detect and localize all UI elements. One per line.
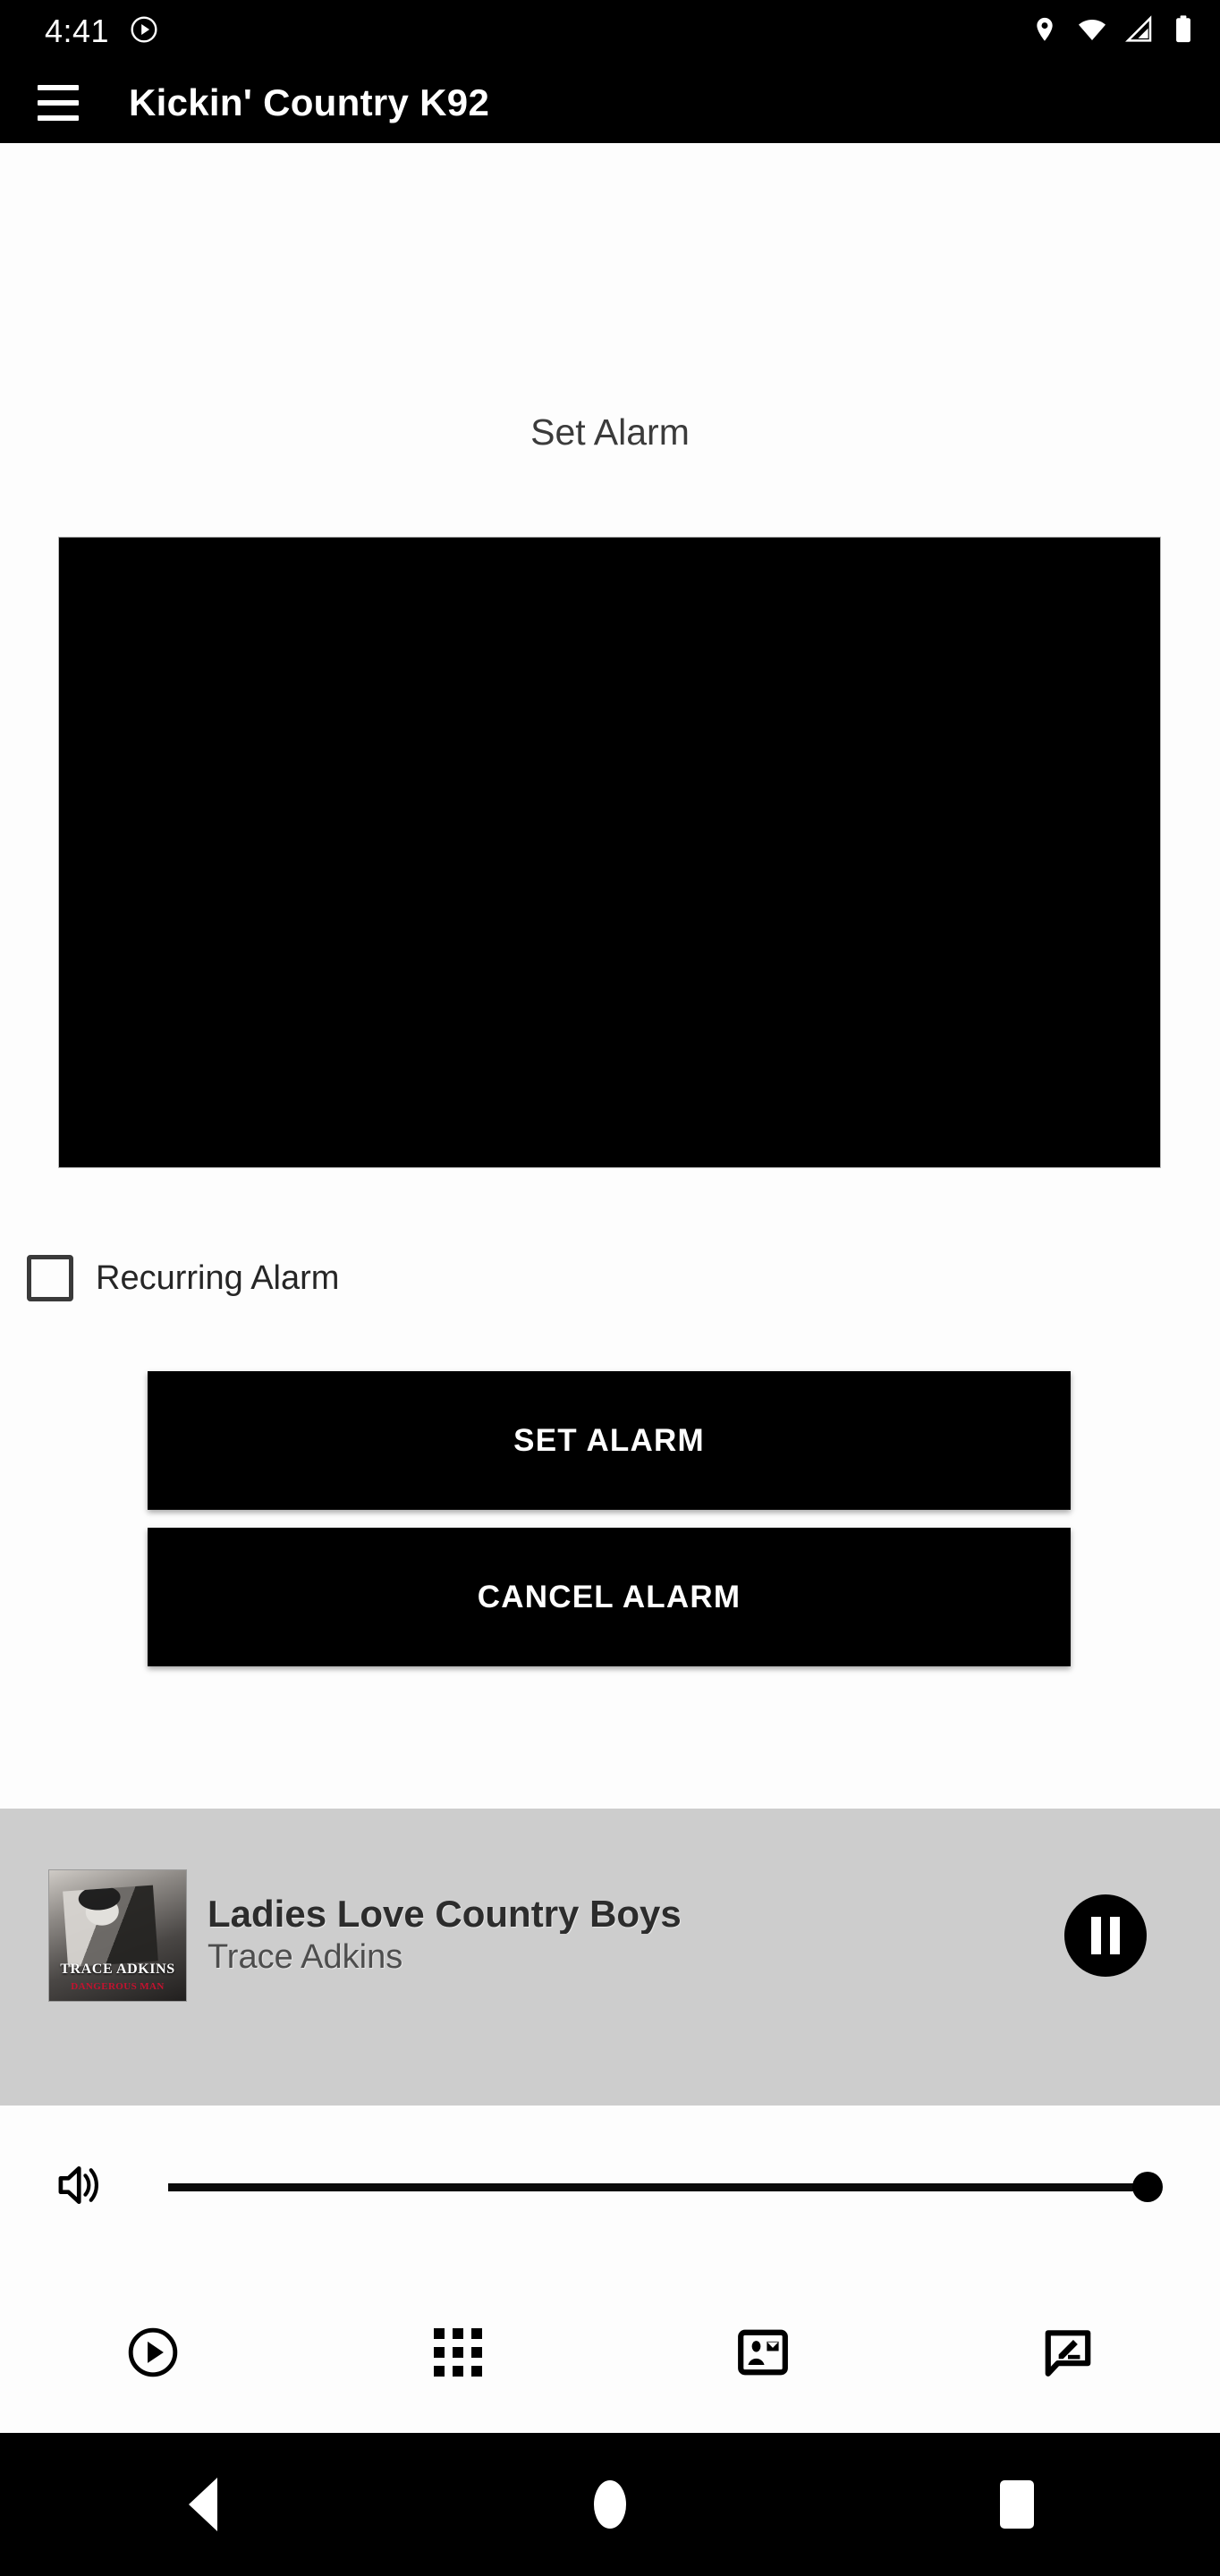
recurring-alarm-row[interactable]: Recurring Alarm: [27, 1255, 339, 1301]
pause-icon[interactable]: [1064, 1894, 1147, 1977]
grid-apps-icon: [433, 2328, 482, 2377]
bottom-navigation: [0, 2272, 1220, 2433]
main-content: Set Alarm Recurring Alarm SET ALARM CANC…: [0, 143, 1220, 1924]
cellular-signal-icon: [1125, 14, 1154, 48]
location-pin-icon: [1030, 15, 1059, 48]
nav-grid[interactable]: [305, 2272, 610, 2433]
nav-feedback[interactable]: [915, 2272, 1220, 2433]
app-screen: 4:41 Kickin' Country K92 Set Alarm Recur…: [0, 0, 1220, 2576]
grid-cell: [433, 2347, 445, 2358]
play-circle-icon: [128, 2327, 177, 2377]
now-playing-song-title: Ladies Love Country Boys: [208, 1894, 682, 1935]
album-art-subtitle: DANGEROUS MAN: [71, 1981, 165, 1992]
recurring-alarm-label: Recurring Alarm: [96, 1258, 340, 1297]
grid-cell: [433, 2366, 445, 2377]
chat-compose-icon: [1045, 2330, 1090, 2377]
android-back-button[interactable]: [109, 2433, 297, 2576]
grid-cell: [452, 2347, 463, 2358]
android-home-button[interactable]: [516, 2433, 704, 2576]
hamburger-line: [38, 85, 79, 90]
status-clock: 4:41: [45, 13, 110, 49]
grid-cell: [433, 2328, 445, 2339]
set-alarm-heading: Set Alarm: [530, 411, 690, 453]
hamburger-line: [38, 115, 79, 121]
hamburger-line: [38, 100, 79, 106]
now-playing-inner: TRACE ADKINS DANGEROUS MAN Ladies Love C…: [0, 1869, 1220, 2002]
back-triangle-icon: [189, 2478, 218, 2531]
album-art-figure: [63, 1885, 159, 1968]
album-art: TRACE ADKINS DANGEROUS MAN: [48, 1869, 187, 2002]
album-art-title: TRACE ADKINS: [60, 1962, 175, 1977]
pause-bar: [1110, 1917, 1120, 1954]
hamburger-menu-icon[interactable]: [38, 85, 79, 121]
grid-cell: [470, 2328, 482, 2339]
status-bar-right: [1030, 14, 1195, 49]
volume-slider-thumb[interactable]: [1132, 2172, 1163, 2202]
volume-slider-track: [168, 2182, 1161, 2191]
volume-slider[interactable]: [168, 2160, 1163, 2214]
nav-contact[interactable]: [610, 2272, 915, 2433]
volume-control-row: [0, 2138, 1220, 2236]
nav-play[interactable]: [0, 2272, 305, 2433]
contact-card-icon: [737, 2329, 788, 2376]
set-alarm-button[interactable]: SET ALARM: [148, 1371, 1071, 1510]
recents-square-icon: [999, 2480, 1034, 2529]
android-navigation-bar: [0, 2433, 1220, 2576]
grid-cell: [470, 2366, 482, 2377]
speaker-volume-icon[interactable]: [52, 2156, 111, 2219]
page-title: Kickin' Country K92: [129, 81, 490, 123]
now-playing-bar[interactable]: TRACE ADKINS DANGEROUS MAN Ladies Love C…: [0, 1809, 1220, 2106]
cancel-alarm-button[interactable]: CANCEL ALARM: [148, 1528, 1071, 1666]
now-playing-artist: Trace Adkins: [208, 1938, 403, 1977]
home-circle-icon: [593, 2480, 626, 2529]
grid-cell: [452, 2366, 463, 2377]
now-playing-text: Ladies Love Country Boys Trace Adkins: [208, 1894, 1064, 1977]
grid-cell: [452, 2328, 463, 2339]
status-bar-left: 4:41: [45, 14, 159, 49]
recurring-alarm-checkbox[interactable]: [27, 1255, 73, 1301]
battery-icon: [1172, 14, 1195, 49]
status-bar: 4:41: [0, 0, 1220, 63]
wifi-icon: [1077, 14, 1107, 49]
app-bar: Kickin' Country K92: [0, 63, 1220, 143]
android-recents-button[interactable]: [923, 2433, 1111, 2576]
grid-cell: [470, 2347, 482, 2358]
time-picker[interactable]: [58, 537, 1161, 1168]
pause-bar: [1091, 1917, 1101, 1954]
play-circle-icon: [129, 14, 159, 49]
